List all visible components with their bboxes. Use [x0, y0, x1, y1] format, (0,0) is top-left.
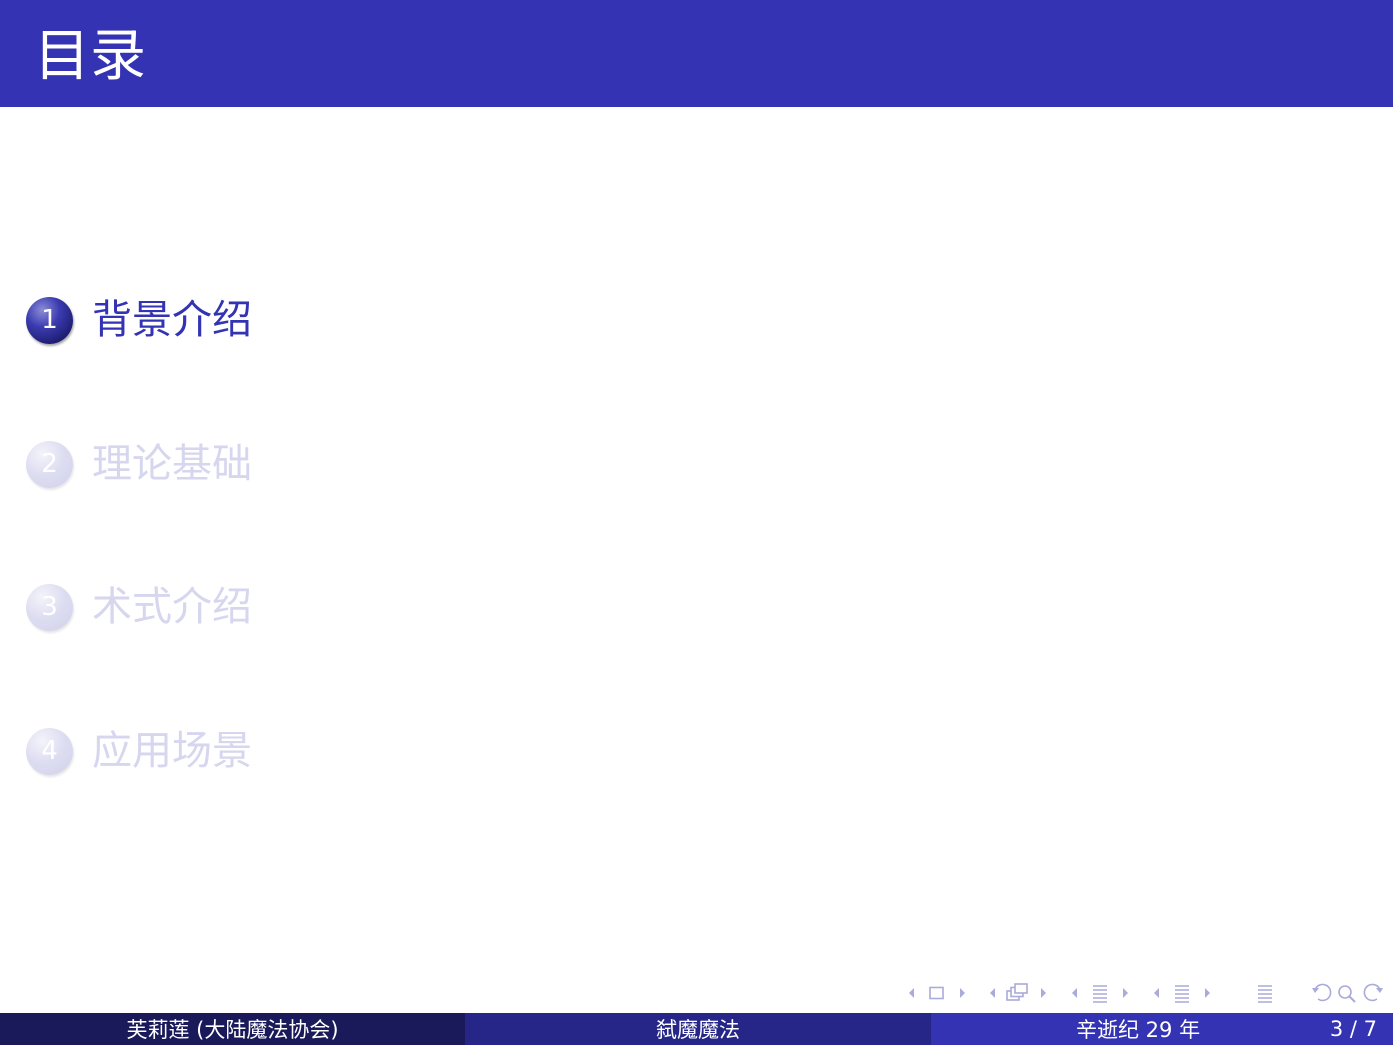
footer-page-number: 3 / 7 [1329, 1017, 1377, 1041]
toc-number-ball-1: 1 [26, 296, 73, 344]
footer-title: 弑魔魔法 [465, 1013, 931, 1045]
footline: 芙莉莲 (大陆魔法协会) 弑魔魔法 辛逝纪 29 年 3 / 7 [0, 1013, 1393, 1045]
footer-date: 辛逝纪 29 年 [1076, 1018, 1201, 1042]
footer-title-text: 弑魔魔法 [656, 1018, 740, 1042]
nav-align-icon[interactable] [1252, 980, 1278, 1006]
toc-item-4[interactable]: 4 应用场景 [26, 726, 252, 776]
nav-document-icon[interactable] [1149, 980, 1215, 1006]
toc-label-1: 背景介绍 [92, 297, 252, 343]
frame-title-bar: 目录 [0, 0, 1393, 107]
toc-item-3[interactable]: 3 术式介绍 [26, 582, 252, 632]
frame-title: 目录 [34, 24, 146, 89]
nav-frame-icon[interactable] [903, 980, 973, 1006]
footer-author: 芙莉莲 (大陆魔法协会) [0, 1013, 465, 1045]
toc-label-2: 理论基础 [92, 441, 252, 487]
toc-label-3: 术式介绍 [92, 584, 252, 630]
toc-number-ball-4: 4 [26, 727, 73, 775]
toc-item-2[interactable]: 2 理论基础 [26, 439, 252, 489]
nav-back-icon[interactable] [1310, 980, 1336, 1006]
toc-number-ball-2: 2 [26, 440, 73, 488]
footer-author-text: 芙莉莲 (大陆魔法协会) [126, 1018, 339, 1042]
nav-subsection-icon[interactable] [985, 980, 1051, 1006]
nav-forward-icon[interactable] [1359, 980, 1385, 1006]
nav-search-icon[interactable] [1335, 980, 1359, 1006]
footer-date-page: 辛逝纪 29 年 3 / 7 [931, 1013, 1393, 1045]
toc-label-4: 应用场景 [92, 728, 252, 774]
nav-section-icon[interactable] [1067, 980, 1133, 1006]
toc-number-ball-3: 3 [26, 583, 73, 631]
toc-item-1[interactable]: 1 背景介绍 [26, 295, 252, 345]
